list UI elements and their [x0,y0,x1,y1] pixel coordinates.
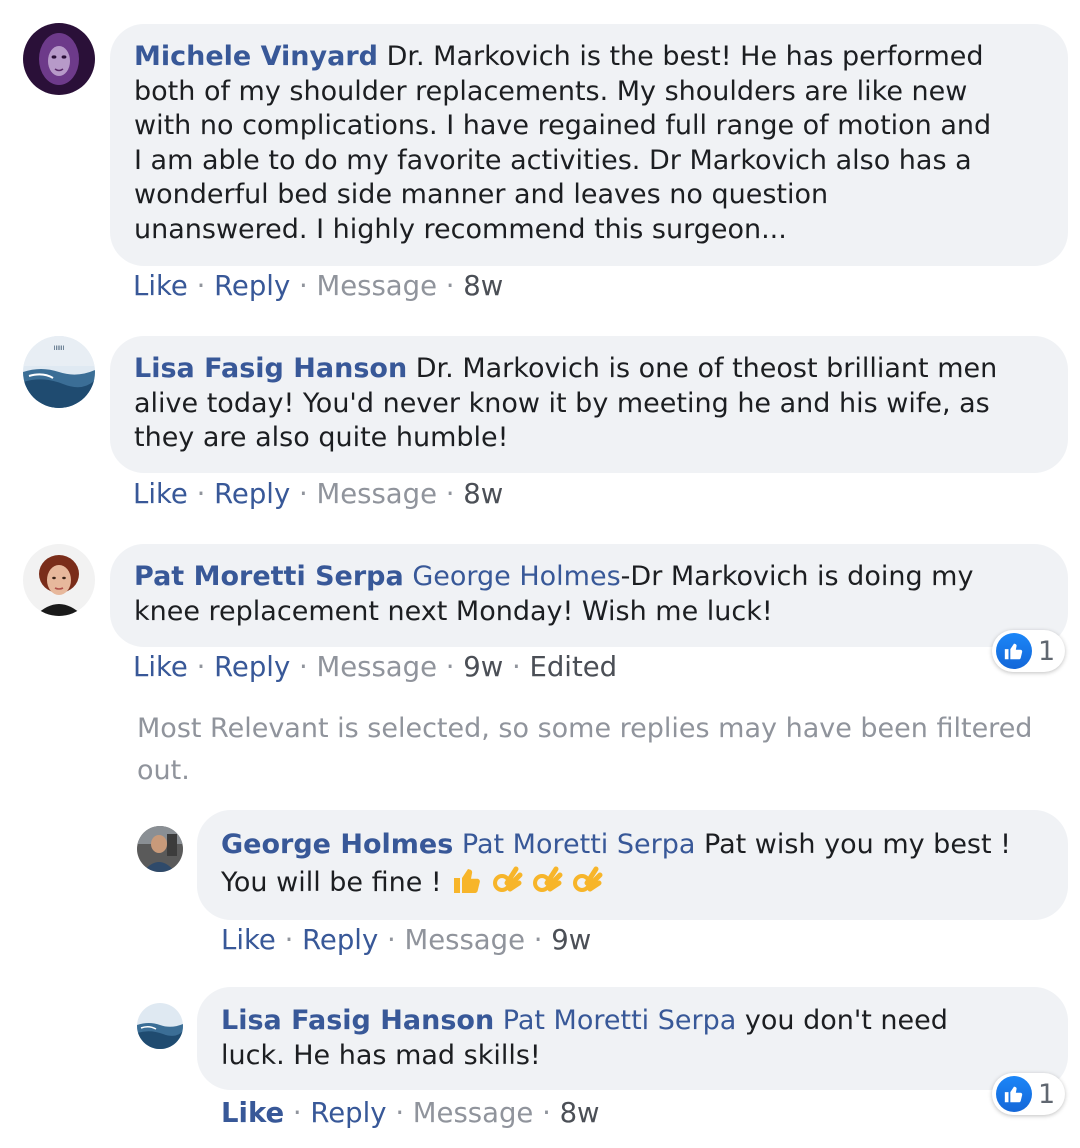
thumbs-up-emoji [454,868,481,893]
comment-bubble: Lisa Fasig Hanson Dr. Markovich is one o… [110,336,1068,473]
reply-text: Lisa Fasig Hanson Pat Moretti Serpa you … [221,1005,948,1071]
mention-tag[interactable]: George Holmes [412,561,620,592]
message-link[interactable]: Message [316,651,437,683]
reaction-count[interactable]: 1 [992,630,1066,672]
comment-text: Pat Moretti Serpa George Holmes-Dr Marko… [134,561,974,627]
reply-actions: Like · Reply · Message · 8w [221,1097,600,1129]
svg-text:ⅠⅠⅠⅠⅠⅠ: ⅠⅠⅠⅠⅠⅠ [54,345,65,352]
like-icon [996,633,1032,669]
like-link[interactable]: Like [221,1097,284,1129]
avatar[interactable]: ⅠⅠⅠⅠⅠⅠ [23,336,95,408]
ok-hand-emoji [533,866,563,892]
reaction-count-label: 1 [1038,1078,1056,1110]
like-icon [996,1076,1032,1112]
ok-hand-emoji [493,866,523,892]
timestamp[interactable]: 8w [560,1097,600,1129]
reply-link[interactable]: Reply [214,270,290,302]
profile-photo-michele [23,23,95,95]
edited-label[interactable]: Edited [529,651,617,683]
filter-notice: Most Relevant is selected, so some repli… [137,713,1033,786]
like-link[interactable]: Like [133,478,188,510]
ok-hand-emoji [573,866,603,892]
timestamp[interactable]: 8w [463,478,503,510]
reply-link[interactable]: Reply [302,924,378,956]
reply-bubble: George Holmes Pat Moretti Serpa Pat wish… [197,810,1068,920]
profile-photo-pat [23,544,95,616]
reply-bubble: Lisa Fasig Hanson Pat Moretti Serpa you … [197,987,1068,1090]
reply-link[interactable]: Reply [310,1097,386,1129]
avatar[interactable] [23,23,95,95]
avatar[interactable] [137,826,183,872]
reaction-count[interactable]: 1 [992,1073,1066,1115]
reaction-count-label: 1 [1038,635,1056,667]
reply-text: George Holmes Pat Moretti Serpa Pat wish… [221,829,1011,898]
comment-actions: Like · Reply · Message · 8w [133,478,504,510]
profile-photo-lisa [137,1003,183,1049]
comment-author[interactable]: Pat Moretti Serpa [134,561,404,592]
timestamp[interactable]: 8w [463,270,503,302]
avatar[interactable] [23,544,95,616]
profile-photo-george [137,826,183,872]
comment-author[interactable]: Michele Vinyard [134,41,378,72]
comment-text: Michele Vinyard Dr. Markovich is the bes… [134,41,992,245]
reply-link[interactable]: Reply [214,478,290,510]
comment-text: Lisa Fasig Hanson Dr. Markovich is one o… [134,353,998,454]
comment-actions: Like · Reply · Message · 8w [133,270,504,302]
comment-bubble: Pat Moretti Serpa George Holmes-Dr Marko… [110,544,1068,647]
comment-bubble: Michele Vinyard Dr. Markovich is the bes… [110,24,1068,266]
reply-actions: Like · Reply · Message · 9w [221,924,592,956]
like-link[interactable]: Like [133,651,188,683]
avatar[interactable] [137,1003,183,1049]
comment-actions: Like · Reply · Message · 9w · Edited [133,651,618,683]
profile-photo-lisa: ⅠⅠⅠⅠⅠⅠ [23,336,95,408]
reply-link[interactable]: Reply [214,651,290,683]
like-link[interactable]: Like [133,270,188,302]
mention-tag[interactable]: Pat Moretti Serpa [462,829,696,860]
message-link[interactable]: Message [404,924,525,956]
emoji-group [450,866,610,898]
mention-tag[interactable]: Pat Moretti Serpa [503,1005,737,1036]
message-link[interactable]: Message [413,1097,534,1129]
message-link[interactable]: Message [316,478,437,510]
timestamp[interactable]: 9w [551,924,591,956]
like-link[interactable]: Like [221,924,276,956]
reply-author[interactable]: Lisa Fasig Hanson [221,1005,494,1036]
message-link[interactable]: Message [316,270,437,302]
timestamp[interactable]: 9w [463,651,503,683]
comment-author[interactable]: Lisa Fasig Hanson [134,353,407,384]
reply-author[interactable]: George Holmes [221,829,453,860]
